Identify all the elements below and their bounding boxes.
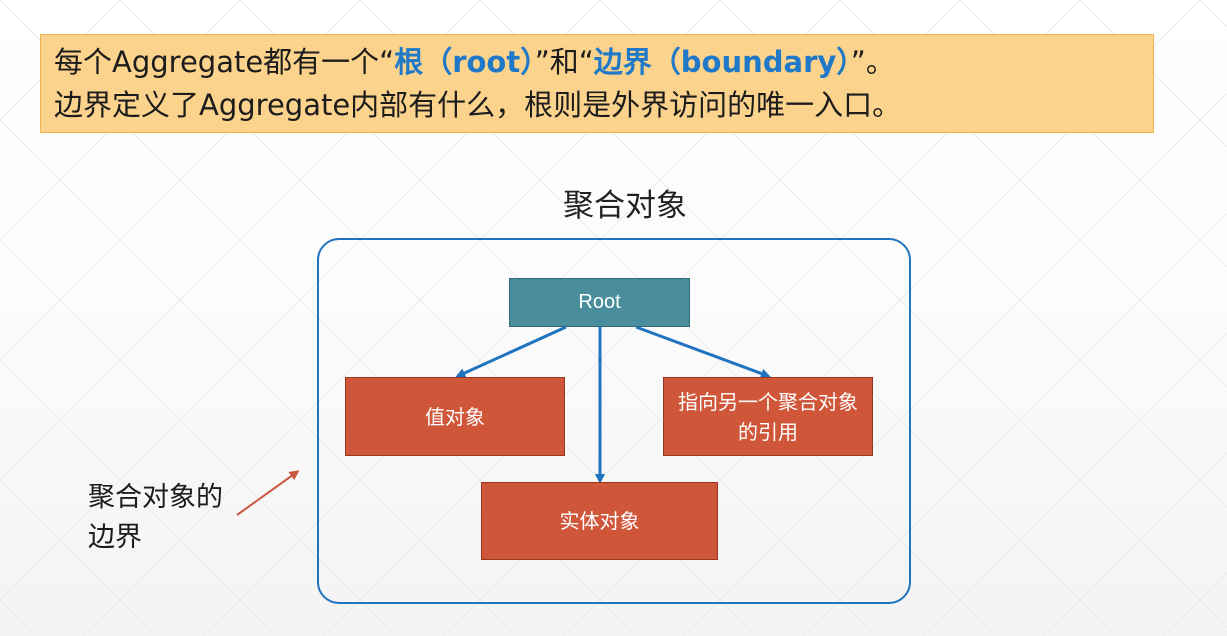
root-node: Root xyxy=(509,278,690,327)
boundary-label: 聚合对象的边界 xyxy=(88,482,223,553)
callout-text-prefix: 每个Aggregate都有一个“ xyxy=(54,45,395,79)
root-highlight: 根（root） xyxy=(394,45,535,79)
callout-text-suffix: ”。 xyxy=(850,45,895,79)
callout-line-2: 边界定义了Aggregate内部有什么，根则是外界访问的唯一入口。 xyxy=(54,88,902,122)
boundary-highlight: 边界（boundary） xyxy=(593,45,851,79)
entity-node: 实体对象 xyxy=(481,482,718,560)
callout-text-middle: ”和“ xyxy=(534,45,594,79)
callout-line-1: 每个Aggregate都有一个“根（root）”和“边界（boundary）”。 xyxy=(54,41,1153,84)
aggregate-reference-node: 指向另一个聚合对象的引用 xyxy=(663,377,873,456)
value-object-node: 值对象 xyxy=(345,377,565,456)
definition-callout: 每个Aggregate都有一个“根（root）”和“边界（boundary）”。… xyxy=(40,34,1154,133)
diagram-title: 聚合对象 xyxy=(563,188,687,224)
